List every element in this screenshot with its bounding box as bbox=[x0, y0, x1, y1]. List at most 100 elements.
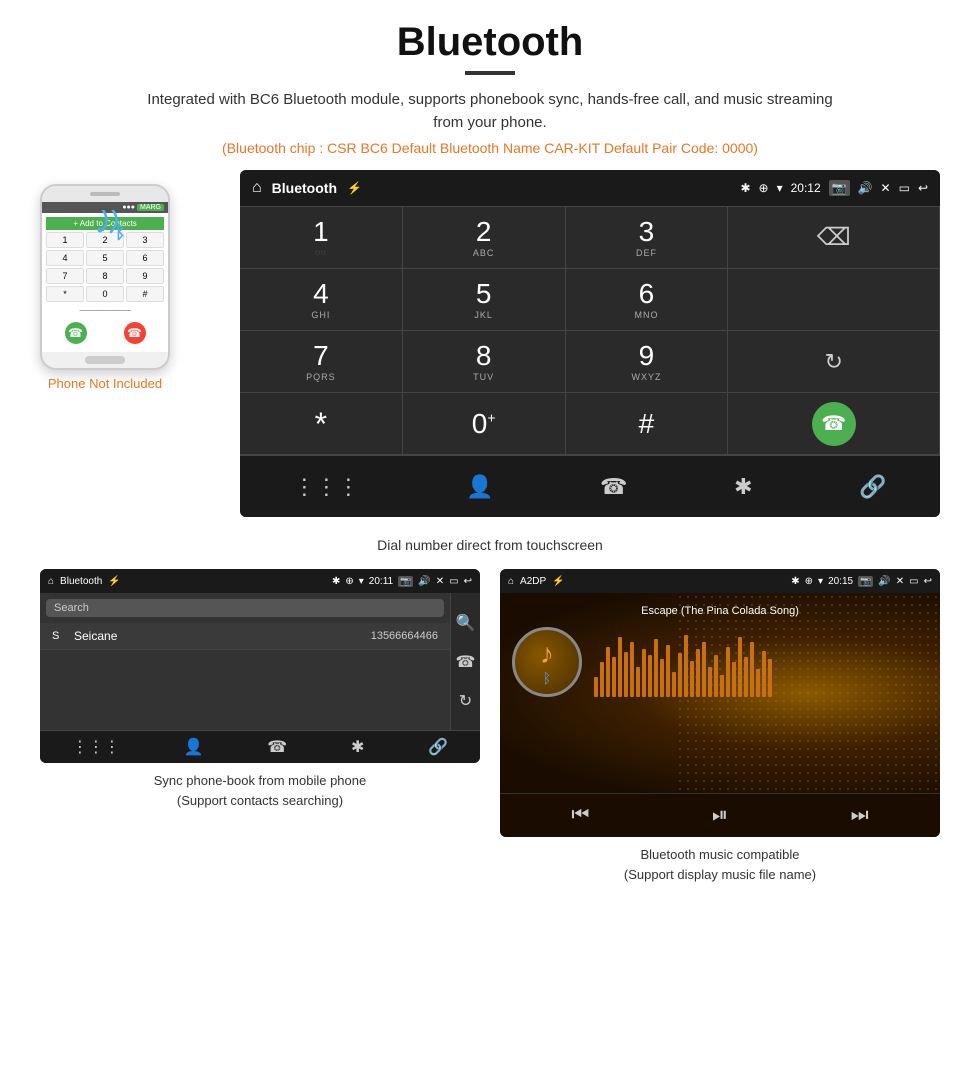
contact-number: 13566664466 bbox=[371, 630, 438, 642]
music-caption: Bluetooth music compatible(Support displ… bbox=[624, 845, 816, 884]
search-side-icon[interactable]: 🔍 bbox=[456, 613, 476, 633]
x-icon: ✕ bbox=[881, 181, 891, 195]
key-1[interactable]: 1 ◌◌ bbox=[240, 207, 403, 269]
pb-nav-phone[interactable]: ☎ bbox=[267, 737, 287, 757]
music-status-bar: ⌂ A2DP ⚡ ✱ ⊕ ▾ 20:15 📷 🔊 ✕ ▭ ↩ bbox=[500, 569, 940, 593]
back-icon: ↩ bbox=[918, 181, 928, 195]
pb-nav-link[interactable]: 🔗 bbox=[428, 737, 448, 757]
prev-track-icon[interactable]: ⏮ bbox=[571, 804, 589, 827]
title-divider bbox=[465, 71, 515, 75]
subtitle: Integrated with BC6 Bluetooth module, su… bbox=[140, 89, 840, 134]
phone-key-1: 1 bbox=[46, 232, 84, 248]
wave-bar bbox=[708, 667, 712, 697]
music-screenshot: ⌂ A2DP ⚡ ✱ ⊕ ▾ 20:15 📷 🔊 ✕ ▭ ↩ bbox=[500, 569, 940, 837]
phonebook-contact-row: S Seicane 13566664466 bbox=[40, 623, 450, 650]
wave-bar bbox=[654, 639, 658, 697]
phone-key-7: 7 bbox=[46, 268, 84, 284]
nav-bt-icon[interactable]: ✱ bbox=[734, 474, 752, 500]
key-hash[interactable]: # bbox=[566, 393, 729, 455]
phonebook-content-area: Search S Seicane 13566664466 🔍 ☎ ↻ bbox=[40, 593, 480, 730]
play-pause-icon[interactable]: ⏯ bbox=[712, 804, 728, 827]
music-note-icon: ♪ bbox=[540, 638, 554, 670]
phonebook-screenshot: ⌂ Bluetooth ⚡ ✱ ⊕ ▾ 20:11 📷 🔊 ✕ ▭ ↩ bbox=[40, 569, 480, 763]
nav-grid-icon[interactable]: ⋮⋮⋮ bbox=[293, 474, 359, 500]
music-home-icon: ⌂ bbox=[508, 576, 514, 587]
rect-icon: ▭ bbox=[899, 181, 910, 195]
home-icon[interactable]: ⌂ bbox=[252, 179, 262, 197]
next-track-icon[interactable]: ⏭ bbox=[851, 804, 869, 827]
key-backspace[interactable]: ⌫ bbox=[728, 207, 940, 269]
wave-bar bbox=[624, 652, 628, 697]
key-0[interactable]: 0+ bbox=[403, 393, 566, 455]
music-album-art: ♪ ᛒ bbox=[512, 627, 582, 697]
phonebook-search[interactable]: Search bbox=[46, 599, 444, 617]
music-location: ⊕ bbox=[805, 576, 813, 587]
wave-bar bbox=[762, 651, 766, 697]
music-screenshot-section: ⌂ A2DP ⚡ ✱ ⊕ ▾ 20:15 📷 🔊 ✕ ▭ ↩ bbox=[500, 569, 940, 884]
key-9[interactable]: 9 WXYZ bbox=[566, 331, 729, 393]
wave-bar bbox=[714, 655, 718, 697]
wave-bar bbox=[744, 657, 748, 697]
wave-bar bbox=[720, 675, 724, 697]
main-status-bar: ⌂ Bluetooth ⚡ ✱ ⊕ ▾ 20:12 📷 🔊 ✕ ▭ ↩ bbox=[240, 170, 940, 206]
music-caption-text: Bluetooth music compatible(Support displ… bbox=[624, 847, 816, 882]
bt-signal-waves: ᛒ bbox=[95, 210, 135, 250]
pb-nav-grid[interactable]: ⋮⋮⋮ bbox=[72, 737, 120, 757]
pb-bt-icon: ✱ bbox=[332, 576, 340, 587]
album-art-inner: ♪ ᛒ bbox=[540, 638, 554, 686]
wave-bar bbox=[606, 647, 610, 697]
music-status-left: ⌂ A2DP ⚡ bbox=[508, 576, 565, 587]
key-6[interactable]: 6 MNO bbox=[566, 269, 729, 331]
signal-icon: ▾ bbox=[777, 181, 783, 195]
wave-bar bbox=[756, 669, 760, 697]
key-7[interactable]: 7 PQRS bbox=[240, 331, 403, 393]
key-refresh[interactable]: ↻ bbox=[728, 331, 940, 393]
nav-link-icon[interactable]: 🔗 bbox=[859, 474, 886, 500]
music-title-label: A2DP bbox=[520, 576, 546, 587]
phone-not-included-label: Phone Not Included bbox=[48, 376, 162, 391]
phone-top-bar bbox=[42, 186, 168, 202]
status-bar-title: Bluetooth bbox=[272, 180, 337, 196]
wave-bar bbox=[768, 659, 772, 697]
pb-vol: 🔊 bbox=[418, 576, 430, 587]
key-call-green[interactable]: ☎ bbox=[728, 393, 940, 455]
pb-usb-icon: ⚡ bbox=[108, 576, 120, 587]
key-8[interactable]: 8 TUV bbox=[403, 331, 566, 393]
phone-side-icon[interactable]: ☎ bbox=[456, 652, 476, 672]
pb-nav-contacts[interactable]: 👤 bbox=[184, 737, 204, 757]
wave-bar bbox=[630, 642, 634, 697]
music-x: ✕ bbox=[896, 576, 904, 587]
wave-bar bbox=[666, 645, 670, 697]
usb-icon: ⚡ bbox=[347, 181, 362, 195]
location-icon: ⊕ bbox=[759, 181, 769, 195]
key-3[interactable]: 3 DEF bbox=[566, 207, 729, 269]
music-usb-icon: ⚡ bbox=[552, 576, 564, 587]
pb-status-right: ✱ ⊕ ▾ 20:11 📷 🔊 ✕ ▭ ↩ bbox=[332, 576, 472, 587]
contact-letter: S bbox=[52, 630, 66, 642]
phone-key-8: 8 bbox=[86, 268, 124, 284]
page-title: Bluetooth bbox=[397, 20, 584, 65]
phonebook-empty-space bbox=[40, 650, 450, 730]
phonebook-caption-text: Sync phone-book from mobile phone(Suppor… bbox=[154, 773, 366, 808]
contact-name: Seicane bbox=[74, 629, 371, 643]
key-2[interactable]: 2 ABC bbox=[403, 207, 566, 269]
wave-bar bbox=[684, 635, 688, 697]
key-star[interactable]: * bbox=[240, 393, 403, 455]
key-4[interactable]: 4 GHI bbox=[240, 269, 403, 331]
phone-red-btn: ☎ bbox=[124, 322, 146, 344]
music-waveform bbox=[594, 627, 928, 697]
content-area: ᛒ ●●● MARG + Add to Contacts 1 2 3 bbox=[40, 170, 940, 527]
time-display: 20:12 bbox=[791, 181, 821, 195]
phone-bottom-row: ☎ ☎ bbox=[46, 318, 164, 348]
phone-home-button bbox=[85, 356, 125, 364]
nav-phone-icon[interactable]: ☎ bbox=[600, 474, 627, 500]
pb-nav-bt[interactable]: ✱ bbox=[351, 737, 364, 757]
wave-bar bbox=[732, 662, 736, 697]
key-5[interactable]: 5 JKL bbox=[403, 269, 566, 331]
wave-bar bbox=[636, 667, 640, 697]
refresh-side-icon[interactable]: ↻ bbox=[459, 691, 472, 711]
bottom-screenshots-row: ⌂ Bluetooth ⚡ ✱ ⊕ ▾ 20:11 📷 🔊 ✕ ▭ ↩ bbox=[40, 569, 940, 884]
phonebook-side-icons: 🔍 ☎ ↻ bbox=[450, 593, 480, 730]
nav-contacts-icon[interactable]: 👤 bbox=[466, 474, 493, 500]
svg-text:ᛒ: ᛒ bbox=[115, 222, 126, 242]
